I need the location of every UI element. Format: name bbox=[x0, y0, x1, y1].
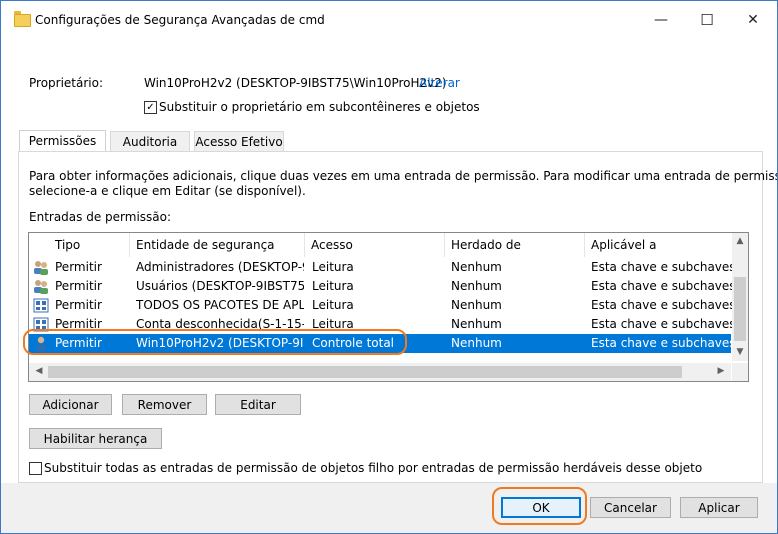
folder-icon bbox=[14, 11, 31, 27]
cell-principal: Win10ProH2v2 (DESKTOP-9IB... bbox=[136, 336, 304, 350]
table-row-selected[interactable]: Permitir Win10ProH2v2 (DESKTOP-9IB... Co… bbox=[29, 334, 736, 353]
table-row[interactable]: Permitir Conta desconhecida(S-1-15-... L… bbox=[29, 315, 736, 334]
cell-applies: Esta chave e subchaves bbox=[591, 317, 736, 331]
user-icon bbox=[36, 336, 46, 351]
remove-button[interactable]: Remover bbox=[122, 394, 207, 415]
replace-child-label: Substituir todas as entradas de permissã… bbox=[44, 461, 703, 475]
users-group-icon bbox=[34, 280, 48, 294]
minimize-button[interactable]: — bbox=[638, 1, 684, 39]
tab-audit[interactable]: Auditoria bbox=[110, 131, 190, 153]
cell-type: Permitir bbox=[55, 336, 102, 350]
window-title: Configurações de Segurança Avançadas de … bbox=[35, 13, 325, 27]
users-group-icon bbox=[34, 261, 48, 275]
cell-principal: Usuários (DESKTOP-9IBST75\... bbox=[136, 279, 304, 293]
horizontal-scrollbar[interactable]: ◀ ▶ bbox=[29, 363, 731, 381]
cell-applies: Esta chave e subchaves bbox=[591, 298, 736, 312]
cell-access: Leitura bbox=[312, 298, 354, 312]
column-header-principal[interactable]: Entidade de segurança bbox=[130, 233, 305, 257]
cell-principal: Conta desconhecida(S-1-15-... bbox=[136, 317, 304, 331]
cell-inherited: Nenhum bbox=[451, 298, 502, 312]
cell-inherited: Nenhum bbox=[451, 317, 502, 331]
cell-access: Leitura bbox=[312, 317, 354, 331]
tab-permissions[interactable]: Permissões bbox=[19, 130, 106, 153]
cell-type: Permitir bbox=[55, 279, 102, 293]
permission-entries-list[interactable]: Tipo Entidade de segurança Acesso Herdad… bbox=[28, 232, 749, 382]
cell-principal: TODOS OS PACOTES DE APLI... bbox=[136, 298, 304, 312]
column-header-inherited[interactable]: Herdado de bbox=[445, 233, 585, 257]
column-header-type[interactable]: Tipo bbox=[49, 233, 130, 257]
scroll-up-icon[interactable]: ▲ bbox=[732, 236, 748, 246]
dialog-footer: OK Cancelar Aplicar bbox=[1, 483, 777, 533]
owner-label: Proprietário: bbox=[29, 76, 104, 90]
cell-applies: Esta chave e subchaves bbox=[591, 260, 736, 274]
app-package-icon bbox=[33, 298, 49, 313]
apply-button[interactable]: Aplicar bbox=[680, 497, 758, 518]
app-package-icon bbox=[33, 317, 49, 332]
cell-applies: Esta chave e subchaves bbox=[591, 279, 736, 293]
table-row[interactable]: Permitir TODOS OS PACOTES DE APLI... Lei… bbox=[29, 296, 736, 315]
edit-button[interactable]: Editar bbox=[215, 394, 301, 415]
entries-label: Entradas de permissão: bbox=[29, 210, 172, 224]
add-button[interactable]: Adicionar bbox=[29, 394, 112, 415]
replace-owner-checkbox[interactable]: ✓ bbox=[144, 101, 157, 114]
scroll-corner bbox=[732, 363, 748, 381]
cell-access: Leitura bbox=[312, 260, 354, 274]
cell-access: Controle total bbox=[312, 336, 395, 350]
cell-type: Permitir bbox=[55, 317, 102, 331]
vertical-scrollbar[interactable]: ▲ ▼ bbox=[732, 233, 748, 361]
close-button[interactable]: ✕ bbox=[730, 1, 776, 39]
owner-value: Win10ProH2v2 (DESKTOP-9IBST75\Win10ProH2… bbox=[144, 76, 447, 90]
change-owner-link[interactable]: Alterar bbox=[419, 76, 460, 90]
cell-access: Leitura bbox=[312, 279, 354, 293]
column-header-applies[interactable]: Aplicável a bbox=[585, 233, 731, 257]
table-row[interactable]: Permitir Administradores (DESKTOP-9... L… bbox=[29, 258, 736, 277]
replace-owner-label: Substituir o proprietário em subcontêine… bbox=[159, 100, 480, 114]
column-header-access[interactable]: Acesso bbox=[305, 233, 445, 257]
tab-effective-access[interactable]: Acesso Efetivo bbox=[194, 131, 284, 153]
replace-child-checkbox[interactable] bbox=[29, 462, 42, 475]
cell-type: Permitir bbox=[55, 260, 102, 274]
maximize-button[interactable]: ☐ bbox=[684, 1, 730, 39]
vertical-scroll-thumb[interactable] bbox=[734, 277, 746, 341]
horizontal-scroll-thumb[interactable] bbox=[48, 366, 682, 378]
enable-inheritance-button[interactable]: Habilitar herança bbox=[29, 428, 162, 449]
cell-type: Permitir bbox=[55, 298, 102, 312]
cell-inherited: Nenhum bbox=[451, 279, 502, 293]
ok-button[interactable]: OK bbox=[501, 497, 581, 518]
title-bar[interactable]: Configurações de Segurança Avançadas de … bbox=[1, 1, 777, 39]
cell-inherited: Nenhum bbox=[451, 336, 502, 350]
cell-principal: Administradores (DESKTOP-9... bbox=[136, 260, 304, 274]
info-text-line1: Para obter informações adicionais, cliqu… bbox=[29, 169, 778, 183]
scroll-down-icon[interactable]: ▼ bbox=[732, 347, 748, 357]
scroll-right-icon[interactable]: ▶ bbox=[713, 366, 729, 376]
cell-inherited: Nenhum bbox=[451, 260, 502, 274]
info-text-line2: selecione-a e clique em Editar (se dispo… bbox=[29, 184, 306, 198]
scroll-left-icon[interactable]: ◀ bbox=[31, 366, 47, 376]
table-row[interactable]: Permitir Usuários (DESKTOP-9IBST75\... L… bbox=[29, 277, 736, 296]
cell-applies: Esta chave e subchaves bbox=[591, 336, 736, 350]
cancel-button[interactable]: Cancelar bbox=[590, 497, 671, 518]
advanced-security-window: Configurações de Segurança Avançadas de … bbox=[0, 0, 778, 534]
